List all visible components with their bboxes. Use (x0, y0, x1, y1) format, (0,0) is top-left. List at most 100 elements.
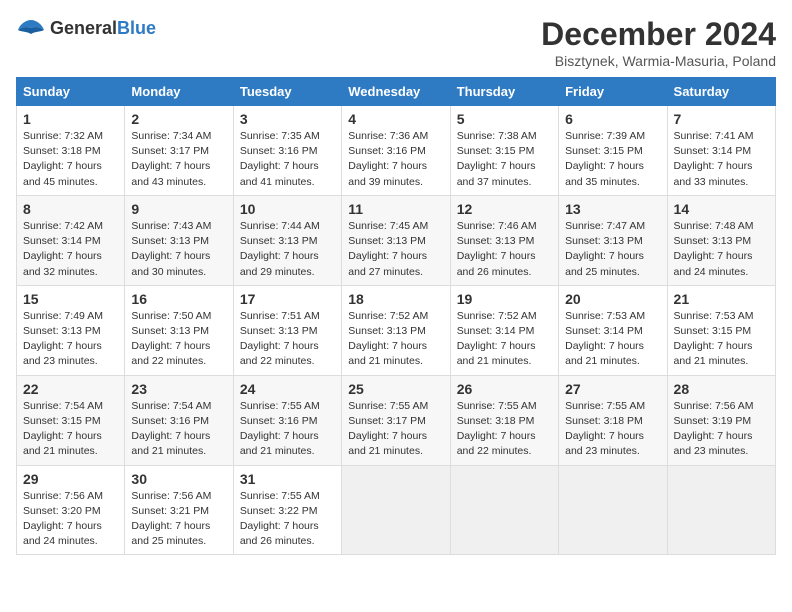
header: GeneralBlue December 2024 Bisztynek, War… (16, 16, 776, 69)
day-number: 3 (240, 111, 335, 127)
page-subtitle: Bisztynek, Warmia-Masuria, Poland (541, 53, 776, 69)
day-info: Sunrise: 7:47 AMSunset: 3:13 PMDaylight:… (565, 220, 645, 278)
day-number: 27 (565, 381, 660, 397)
day-number: 19 (457, 291, 552, 307)
day-number: 10 (240, 201, 335, 217)
day-cell: 11 Sunrise: 7:45 AMSunset: 3:13 PMDaylig… (342, 195, 450, 285)
day-number: 13 (565, 201, 660, 217)
day-number: 17 (240, 291, 335, 307)
column-header-saturday: Saturday (667, 78, 775, 106)
day-cell: 24 Sunrise: 7:55 AMSunset: 3:16 PMDaylig… (233, 375, 341, 465)
day-cell: 1 Sunrise: 7:32 AMSunset: 3:18 PMDayligh… (17, 106, 125, 196)
day-info: Sunrise: 7:54 AMSunset: 3:16 PMDaylight:… (131, 400, 211, 458)
day-cell: 19 Sunrise: 7:52 AMSunset: 3:14 PMDaylig… (450, 285, 558, 375)
day-cell: 18 Sunrise: 7:52 AMSunset: 3:13 PMDaylig… (342, 285, 450, 375)
day-cell (450, 465, 558, 555)
day-info: Sunrise: 7:55 AMSunset: 3:18 PMDaylight:… (565, 400, 645, 458)
day-number: 20 (565, 291, 660, 307)
day-cell: 5 Sunrise: 7:38 AMSunset: 3:15 PMDayligh… (450, 106, 558, 196)
day-number: 26 (457, 381, 552, 397)
week-row-2: 8 Sunrise: 7:42 AMSunset: 3:14 PMDayligh… (17, 195, 776, 285)
day-info: Sunrise: 7:48 AMSunset: 3:13 PMDaylight:… (674, 220, 754, 278)
day-info: Sunrise: 7:44 AMSunset: 3:13 PMDaylight:… (240, 220, 320, 278)
day-cell: 4 Sunrise: 7:36 AMSunset: 3:16 PMDayligh… (342, 106, 450, 196)
day-cell: 7 Sunrise: 7:41 AMSunset: 3:14 PMDayligh… (667, 106, 775, 196)
day-number: 7 (674, 111, 769, 127)
column-header-friday: Friday (559, 78, 667, 106)
day-number: 6 (565, 111, 660, 127)
day-cell: 22 Sunrise: 7:54 AMSunset: 3:15 PMDaylig… (17, 375, 125, 465)
column-header-thursday: Thursday (450, 78, 558, 106)
day-info: Sunrise: 7:56 AMSunset: 3:19 PMDaylight:… (674, 400, 754, 458)
day-cell: 23 Sunrise: 7:54 AMSunset: 3:16 PMDaylig… (125, 375, 233, 465)
logo: GeneralBlue (16, 16, 156, 40)
day-cell: 16 Sunrise: 7:50 AMSunset: 3:13 PMDaylig… (125, 285, 233, 375)
week-row-5: 29 Sunrise: 7:56 AMSunset: 3:20 PMDaylig… (17, 465, 776, 555)
day-cell: 21 Sunrise: 7:53 AMSunset: 3:15 PMDaylig… (667, 285, 775, 375)
day-number: 30 (131, 471, 226, 487)
week-row-4: 22 Sunrise: 7:54 AMSunset: 3:15 PMDaylig… (17, 375, 776, 465)
day-cell: 12 Sunrise: 7:46 AMSunset: 3:13 PMDaylig… (450, 195, 558, 285)
day-number: 12 (457, 201, 552, 217)
day-info: Sunrise: 7:54 AMSunset: 3:15 PMDaylight:… (23, 400, 103, 458)
day-info: Sunrise: 7:41 AMSunset: 3:14 PMDaylight:… (674, 130, 754, 188)
day-number: 11 (348, 201, 443, 217)
day-info: Sunrise: 7:38 AMSunset: 3:15 PMDaylight:… (457, 130, 537, 188)
day-cell: 14 Sunrise: 7:48 AMSunset: 3:13 PMDaylig… (667, 195, 775, 285)
day-info: Sunrise: 7:55 AMSunset: 3:22 PMDaylight:… (240, 490, 320, 548)
day-info: Sunrise: 7:46 AMSunset: 3:13 PMDaylight:… (457, 220, 537, 278)
day-cell: 26 Sunrise: 7:55 AMSunset: 3:18 PMDaylig… (450, 375, 558, 465)
day-number: 4 (348, 111, 443, 127)
day-number: 29 (23, 471, 118, 487)
day-number: 1 (23, 111, 118, 127)
logo-general: General (50, 18, 117, 38)
day-cell: 30 Sunrise: 7:56 AMSunset: 3:21 PMDaylig… (125, 465, 233, 555)
day-info: Sunrise: 7:56 AMSunset: 3:20 PMDaylight:… (23, 490, 103, 548)
day-number: 14 (674, 201, 769, 217)
day-cell: 28 Sunrise: 7:56 AMSunset: 3:19 PMDaylig… (667, 375, 775, 465)
day-info: Sunrise: 7:49 AMSunset: 3:13 PMDaylight:… (23, 310, 103, 368)
column-header-wednesday: Wednesday (342, 78, 450, 106)
day-info: Sunrise: 7:51 AMSunset: 3:13 PMDaylight:… (240, 310, 320, 368)
day-cell: 8 Sunrise: 7:42 AMSunset: 3:14 PMDayligh… (17, 195, 125, 285)
column-header-sunday: Sunday (17, 78, 125, 106)
day-cell: 2 Sunrise: 7:34 AMSunset: 3:17 PMDayligh… (125, 106, 233, 196)
day-cell (559, 465, 667, 555)
day-info: Sunrise: 7:52 AMSunset: 3:14 PMDaylight:… (457, 310, 537, 368)
day-info: Sunrise: 7:55 AMSunset: 3:18 PMDaylight:… (457, 400, 537, 458)
day-info: Sunrise: 7:55 AMSunset: 3:16 PMDaylight:… (240, 400, 320, 458)
day-cell: 25 Sunrise: 7:55 AMSunset: 3:17 PMDaylig… (342, 375, 450, 465)
column-header-tuesday: Tuesday (233, 78, 341, 106)
day-cell (342, 465, 450, 555)
day-cell: 27 Sunrise: 7:55 AMSunset: 3:18 PMDaylig… (559, 375, 667, 465)
logo-text: GeneralBlue (50, 18, 156, 39)
day-number: 16 (131, 291, 226, 307)
day-info: Sunrise: 7:42 AMSunset: 3:14 PMDaylight:… (23, 220, 103, 278)
day-number: 9 (131, 201, 226, 217)
day-number: 28 (674, 381, 769, 397)
day-number: 8 (23, 201, 118, 217)
calendar-table: SundayMondayTuesdayWednesdayThursdayFrid… (16, 77, 776, 555)
day-number: 2 (131, 111, 226, 127)
day-number: 31 (240, 471, 335, 487)
day-number: 22 (23, 381, 118, 397)
day-cell (667, 465, 775, 555)
day-number: 15 (23, 291, 118, 307)
day-info: Sunrise: 7:43 AMSunset: 3:13 PMDaylight:… (131, 220, 211, 278)
day-cell: 17 Sunrise: 7:51 AMSunset: 3:13 PMDaylig… (233, 285, 341, 375)
day-number: 24 (240, 381, 335, 397)
day-info: Sunrise: 7:50 AMSunset: 3:13 PMDaylight:… (131, 310, 211, 368)
logo-blue: Blue (117, 18, 156, 38)
week-row-1: 1 Sunrise: 7:32 AMSunset: 3:18 PMDayligh… (17, 106, 776, 196)
day-info: Sunrise: 7:53 AMSunset: 3:15 PMDaylight:… (674, 310, 754, 368)
column-header-monday: Monday (125, 78, 233, 106)
day-number: 18 (348, 291, 443, 307)
day-cell: 13 Sunrise: 7:47 AMSunset: 3:13 PMDaylig… (559, 195, 667, 285)
title-area: December 2024 Bisztynek, Warmia-Masuria,… (541, 16, 776, 69)
day-number: 5 (457, 111, 552, 127)
day-info: Sunrise: 7:55 AMSunset: 3:17 PMDaylight:… (348, 400, 428, 458)
day-cell: 31 Sunrise: 7:55 AMSunset: 3:22 PMDaylig… (233, 465, 341, 555)
day-cell: 6 Sunrise: 7:39 AMSunset: 3:15 PMDayligh… (559, 106, 667, 196)
day-number: 21 (674, 291, 769, 307)
day-info: Sunrise: 7:52 AMSunset: 3:13 PMDaylight:… (348, 310, 428, 368)
